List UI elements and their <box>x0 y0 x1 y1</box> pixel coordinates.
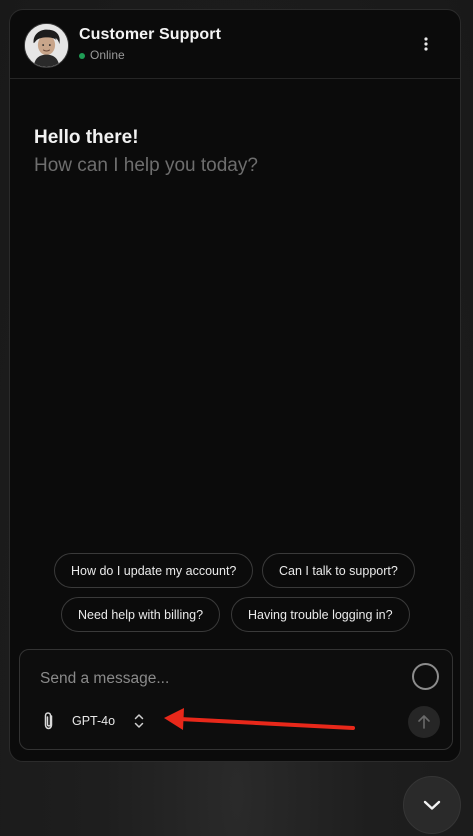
paperclip-icon <box>44 712 53 730</box>
more-vertical-icon <box>424 37 428 51</box>
chat-widget: Customer Support Online Hello there! How… <box>9 9 461 762</box>
send-button[interactable] <box>408 706 440 738</box>
model-dropdown-toggle[interactable] <box>132 712 146 730</box>
agent-name: Customer Support <box>79 26 222 43</box>
chevron-down-icon <box>423 800 441 810</box>
message-composer: Send a message... GPT-4o <box>19 649 453 750</box>
user-avatar-icon <box>25 24 68 67</box>
online-status-dot <box>79 53 85 59</box>
attach-button[interactable] <box>40 710 58 732</box>
status-text: Online <box>90 48 125 62</box>
suggestion-chip-login-trouble[interactable]: Having trouble logging in? <box>231 597 410 632</box>
chat-header: Customer Support Online <box>10 10 460 79</box>
agent-avatar <box>24 23 69 68</box>
greeting-subtitle: How can I help you today? <box>34 155 258 176</box>
spinner-icon <box>412 663 439 690</box>
suggestion-chip-update-account[interactable]: How do I update my account? <box>54 553 254 588</box>
more-options-button[interactable] <box>414 32 438 56</box>
chevrons-up-down-icon <box>134 714 144 728</box>
model-selector[interactable]: GPT-4o <box>72 714 115 728</box>
arrow-up-icon <box>418 715 430 729</box>
suggestion-chip-talk-to-support[interactable]: Can I talk to support? <box>262 553 415 588</box>
suggestion-chip-billing[interactable]: Need help with billing? <box>61 597 221 632</box>
greeting-title: Hello there! <box>34 127 139 148</box>
scroll-down-button[interactable] <box>403 776 461 834</box>
message-input[interactable]: Send a message... <box>40 670 400 688</box>
